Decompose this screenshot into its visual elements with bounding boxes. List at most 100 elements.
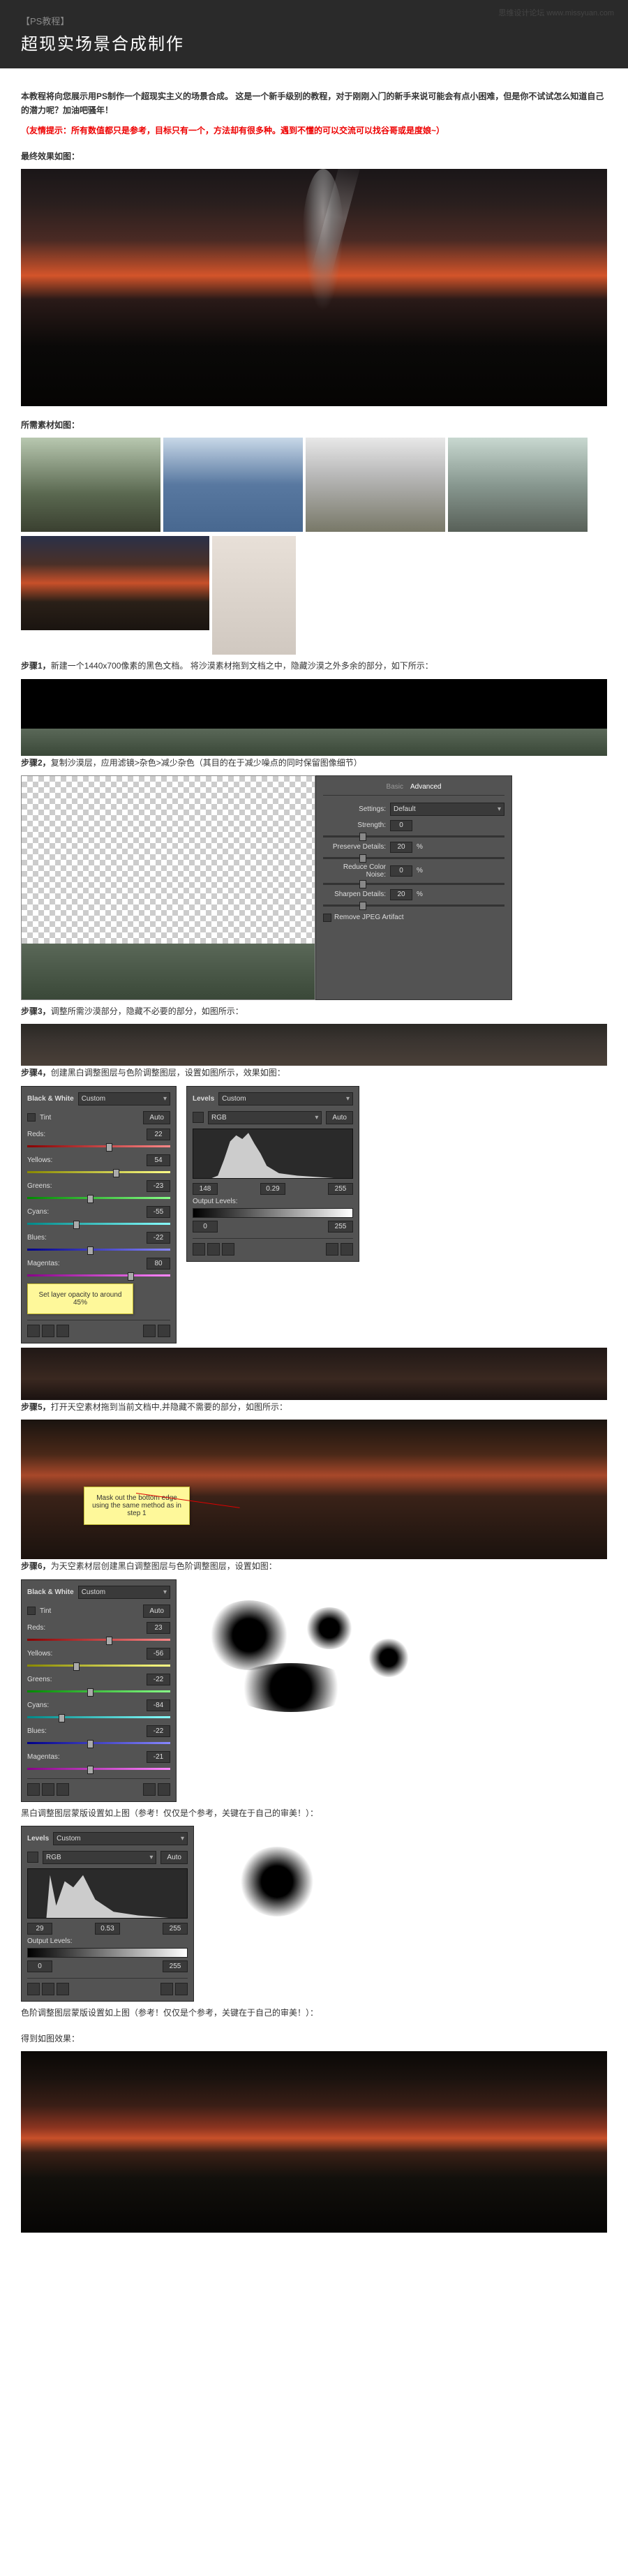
lv2-out-b[interactable]: 0 [27,1960,52,1972]
lv2-auto[interactable]: Auto [160,1851,188,1864]
layer-icon[interactable] [27,1325,40,1337]
sharpen-slider[interactable] [323,904,504,907]
bw1-yel-knob[interactable] [113,1169,119,1177]
lv2-in-m[interactable]: 0.53 [95,1923,120,1935]
reset-icon[interactable] [326,1243,338,1256]
layer-icon[interactable] [27,1983,40,1995]
lv1-preset[interactable]: Custom [218,1092,353,1105]
material-coast [306,438,445,532]
bw2-auto[interactable]: Auto [143,1605,170,1618]
trash-icon[interactable] [158,1783,170,1796]
label-result: 得到如图效果： [21,2032,607,2044]
strength-val[interactable]: 0 [390,820,412,831]
intro-text-1: 本教程将向您展示用PS制作一个超现实主义的场景合成。 这是一个新手级别的教程，对… [21,89,607,118]
bw1-mag-v[interactable]: 80 [147,1258,170,1270]
clip-icon[interactable] [42,1783,54,1796]
trash-icon[interactable] [341,1243,353,1256]
layer-icon[interactable] [27,1783,40,1796]
lv2-grad[interactable] [27,1948,188,1958]
bw2-mag-knob[interactable] [87,1766,94,1774]
bw2-yel-knob[interactable] [73,1662,80,1671]
bw2-grn-knob[interactable] [87,1688,94,1697]
lv2-out-lbl: Output Levels: [27,1937,72,1945]
bw2-reds-knob[interactable] [106,1637,112,1645]
header-subtitle: 思维设计论坛 www.missyuan.com [498,7,614,18]
step3-image [21,1024,607,1066]
eye-icon[interactable] [57,1325,69,1337]
preserve-slider[interactable] [323,857,504,859]
clip-icon[interactable] [42,1983,54,1995]
bw1-preset[interactable]: Custom [78,1092,170,1105]
lv1-grad[interactable] [193,1208,353,1218]
lv1-out-b[interactable]: 0 [193,1221,218,1233]
bw2-tint-cb[interactable] [27,1607,36,1615]
bw1-reds-knob[interactable] [106,1143,112,1152]
settings-select[interactable]: Default [390,803,504,816]
eye-icon[interactable] [57,1983,69,1995]
eyedrop-icon[interactable] [27,1852,38,1863]
lv2-icons [27,1978,188,1995]
preserve-val[interactable]: 20 [390,842,412,853]
tab-advanced[interactable]: Advanced [410,783,441,791]
preserve-label: Preserve Details: [323,843,386,851]
trash-icon[interactable] [158,1325,170,1337]
bw2-cyn-knob[interactable] [59,1714,65,1722]
bw1-tint-cb[interactable] [27,1113,36,1122]
bw1-blu-v[interactable]: -22 [147,1232,170,1244]
bw2-blu-v[interactable]: -22 [147,1725,170,1737]
eyedrop-icon[interactable] [193,1112,204,1123]
lv2-channel[interactable]: RGB [43,1851,156,1864]
bw1-grn-v[interactable]: -23 [147,1180,170,1192]
bw2-cyn-v[interactable]: -84 [147,1699,170,1711]
bw1-reds-v[interactable]: 22 [147,1129,170,1140]
lv1-channel[interactable]: RGB [208,1111,322,1124]
bw2-reds-v[interactable]: 23 [147,1622,170,1634]
bw2-yel-v[interactable]: -56 [147,1648,170,1660]
reduce-val[interactable]: 0 [390,865,412,877]
bw1-auto[interactable]: Auto [143,1111,170,1124]
bw1-tint: Tint [40,1114,51,1122]
clip-icon[interactable] [207,1243,220,1256]
lv2-preset[interactable]: Custom [53,1832,188,1845]
eye-icon[interactable] [57,1783,69,1796]
trash-icon[interactable] [175,1983,188,1995]
lv1-out-w[interactable]: 255 [328,1221,353,1233]
material-woman [212,536,296,655]
bw1-yel-v[interactable]: 54 [147,1154,170,1166]
bw2-preset[interactable]: Custom [78,1586,170,1599]
eye-icon[interactable] [222,1243,234,1256]
lv2-in-w[interactable]: 255 [163,1923,188,1935]
bw2-grn-v[interactable]: -22 [147,1674,170,1685]
bw2-mag-lbl: Magentas: [27,1753,62,1761]
reset-icon[interactable] [160,1983,173,1995]
levels-panel-2: LevelsCustom RGBAuto 290.53255 Output Le… [21,1826,194,2002]
bw2-grn-lbl: Greens: [27,1676,62,1683]
bw1-cyn-knob[interactable] [73,1221,80,1229]
reset-icon[interactable] [143,1783,156,1796]
bw2-mag-v[interactable]: -21 [147,1751,170,1763]
strength-slider[interactable] [323,835,504,837]
pct3: % [417,891,423,898]
tab-basic[interactable]: Basic [387,783,403,791]
sharpen-val[interactable]: 20 [390,889,412,900]
remove-jpeg-checkbox[interactable] [323,914,331,922]
bw2-blu-knob[interactable] [87,1740,94,1748]
lv-mask-preview [204,1826,357,1937]
lv1-in-w[interactable]: 255 [328,1183,353,1195]
lv1-in-b[interactable]: 148 [193,1183,218,1195]
reduce-slider[interactable] [323,883,504,885]
bw1-mag-knob[interactable] [128,1272,134,1281]
clip-icon[interactable] [42,1325,54,1337]
lv1-auto[interactable]: Auto [326,1111,353,1124]
reset-icon[interactable] [143,1325,156,1337]
layer-icon[interactable] [193,1243,205,1256]
bw1-cyn-v[interactable]: -55 [147,1206,170,1218]
lv1-in-m[interactable]: 0.29 [260,1183,285,1195]
lv2-in-b[interactable]: 29 [27,1923,52,1935]
bw1-grn-knob[interactable] [87,1195,94,1203]
step2-text: 步骤2，复制沙漠层，应用滤镜>杂色>减少杂色（其目的在于减少噪点的同时保留图像细… [21,756,607,770]
material-sunset [21,536,209,630]
pct1: % [417,843,423,851]
bw1-blu-knob[interactable] [87,1246,94,1255]
lv2-out-w[interactable]: 255 [163,1960,188,1972]
